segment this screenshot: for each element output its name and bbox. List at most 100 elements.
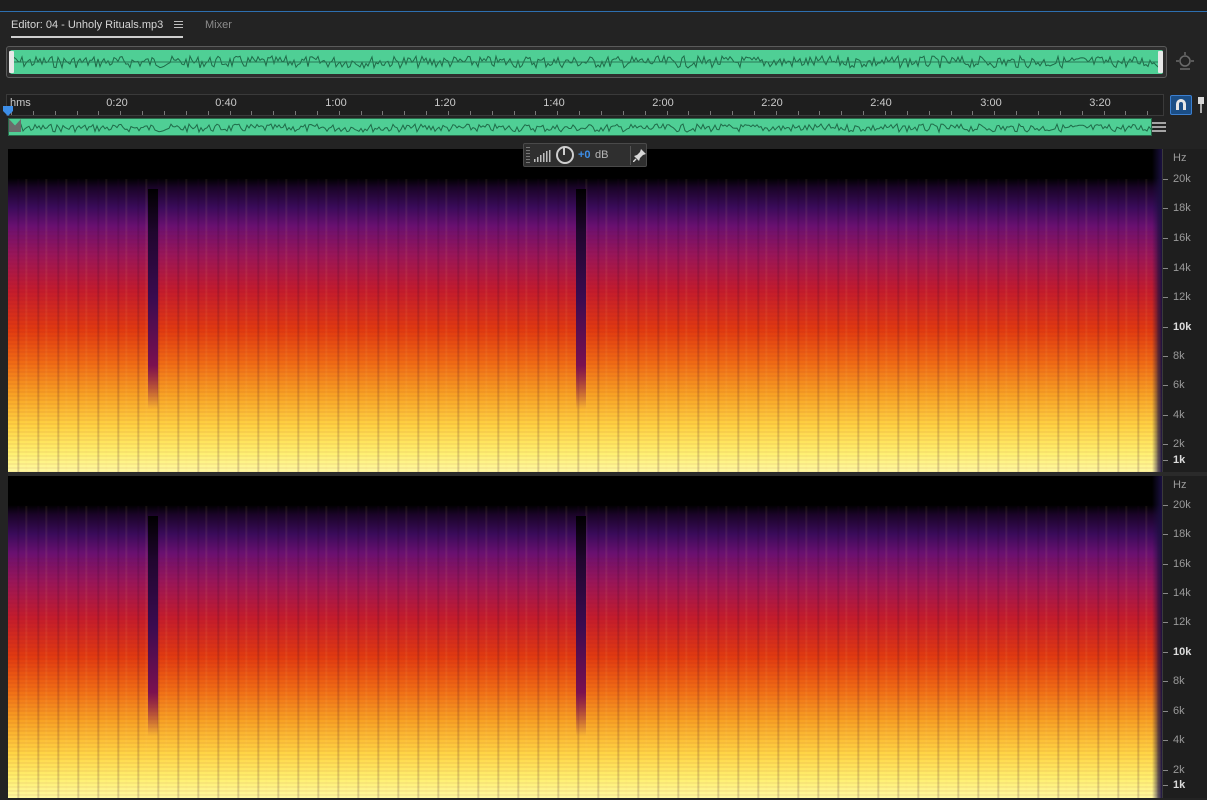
- ruler-tick: [732, 111, 734, 115]
- ruler-tick: [622, 111, 624, 115]
- pin-icon[interactable]: [633, 148, 647, 162]
- tab-editor[interactable]: Editor: 04 - Unholy Rituals.mp3: [11, 19, 183, 38]
- ruler-tick: [120, 111, 122, 115]
- zoom-navigator-icon[interactable]: [1174, 51, 1196, 73]
- freq-label: 1k: [1173, 454, 1186, 466]
- ruler-tick: [885, 111, 886, 115]
- amplitude-hud: +0 dB: [523, 143, 647, 167]
- ruler-tick: [557, 111, 559, 115]
- ruler-unit-label: hms: [10, 97, 31, 109]
- ruler-tick: [142, 111, 144, 115]
- spectral-dip: [148, 516, 158, 736]
- freq-label: 14k: [1173, 262, 1191, 274]
- snap-magnet-icon[interactable]: [1170, 95, 1192, 115]
- waveform-overview[interactable]: [6, 46, 1167, 78]
- ruler-tick: [54, 111, 56, 115]
- ruler-tick: [666, 111, 668, 115]
- ruler-tick: [688, 111, 690, 115]
- ruler-tick: [469, 111, 471, 115]
- ruler-tick: [1016, 111, 1018, 115]
- freq-label: 12k: [1173, 616, 1191, 628]
- time-label: 0:20: [106, 97, 128, 109]
- ruler-tick: [819, 111, 821, 115]
- gain-value[interactable]: +0: [578, 149, 591, 161]
- ruler-tick: [775, 111, 777, 115]
- freq-label: 8k: [1173, 675, 1185, 687]
- time-label: 3:00: [980, 97, 1002, 109]
- time-ruler[interactable]: hms 0:20 0:40 1:00 1:20 1:40 2:00 2:20 2…: [6, 94, 1164, 116]
- ruler-tick: [382, 111, 384, 115]
- freq-label: 2k: [1173, 438, 1185, 450]
- tab-mixer[interactable]: Mixer: [205, 19, 232, 31]
- frequency-axis-channel-1[interactable]: Hz 20k 18k 16k 14k 12k 10k 8k 6k 4k 2k 1…: [1162, 149, 1207, 472]
- ruler-tick: [600, 111, 602, 115]
- marker-pin-icon[interactable]: [1195, 95, 1207, 115]
- ruler-tick: [98, 111, 100, 115]
- frequency-unit-label: Hz: [1173, 479, 1187, 491]
- ruler-tick: [644, 111, 646, 115]
- ruler-tick: [295, 111, 297, 115]
- hud-divider: [630, 146, 631, 165]
- freq-label: 18k: [1173, 528, 1191, 540]
- spectral-display-channel-1[interactable]: [8, 149, 1162, 472]
- spectrogram-end-fade: [1152, 149, 1162, 472]
- ruler-tick: [76, 111, 78, 115]
- scrollbar-waveform: [9, 122, 1153, 134]
- ruler-tick: [972, 111, 974, 115]
- spectral-dip: [148, 189, 158, 409]
- ruler-tick: [753, 111, 755, 115]
- ruler-tick: [1103, 111, 1105, 115]
- time-label: 3:20: [1089, 97, 1111, 109]
- tab-mixer-label: Mixer: [205, 19, 232, 31]
- ruler-tick: [273, 111, 275, 115]
- scroll-end-handle[interactable]: [9, 119, 21, 132]
- ruler-tick: [229, 111, 231, 115]
- time-label: 2:40: [870, 97, 892, 109]
- overview-start-handle[interactable]: [9, 51, 14, 73]
- ruler-tick: [535, 111, 537, 115]
- frequency-axis-channel-2[interactable]: Hz 20k 18k 16k 14k 12k 10k 8k 6k 4k 2k 1…: [1162, 476, 1207, 798]
- zoom-scrollbar[interactable]: [8, 118, 1153, 136]
- freq-label: 6k: [1173, 379, 1185, 391]
- spectral-display-channel-2[interactable]: [8, 476, 1162, 798]
- hud-drag-grip[interactable]: [526, 147, 530, 164]
- overview-end-handle[interactable]: [1158, 51, 1163, 73]
- freq-label: 8k: [1173, 350, 1185, 362]
- time-label: 1:40: [543, 97, 565, 109]
- ruler-tick: [1037, 111, 1039, 115]
- signal-bars-icon: [534, 150, 551, 162]
- tab-editor-label: Editor: 04 - Unholy Rituals.mp3: [11, 19, 164, 31]
- freq-label: 12k: [1173, 291, 1191, 303]
- ruler-tick: [513, 111, 515, 115]
- freq-label: 1k: [1173, 779, 1186, 791]
- freq-label: 18k: [1173, 202, 1191, 214]
- freq-label: 2k: [1173, 764, 1185, 776]
- spectrogram-end-fade: [1152, 476, 1162, 798]
- ruler-tick: [251, 111, 253, 115]
- panel-tab-bar: Editor: 04 - Unholy Rituals.mp3 Mixer: [0, 12, 1207, 40]
- time-label: 2:20: [761, 97, 783, 109]
- ruler-tick: [1059, 111, 1061, 115]
- ruler-tick: [448, 111, 449, 115]
- time-label: 2:00: [652, 97, 674, 109]
- freq-label: 10k: [1173, 321, 1192, 333]
- gain-unit: dB: [595, 149, 609, 161]
- playhead-icon[interactable]: [3, 106, 13, 116]
- panel-menu-icon[interactable]: [174, 21, 183, 29]
- active-tab-underline: [11, 36, 183, 38]
- freq-label: 20k: [1173, 499, 1191, 511]
- freq-label: 6k: [1173, 705, 1185, 717]
- track-height-grip[interactable]: [1152, 119, 1166, 135]
- freq-label: 20k: [1173, 173, 1191, 185]
- ruler-tick: [491, 111, 493, 115]
- time-label: 1:20: [434, 97, 456, 109]
- spectral-dip: [576, 516, 586, 736]
- spectral-dip: [576, 189, 586, 409]
- ruler-tick: [360, 111, 362, 115]
- volume-knob-icon[interactable]: [556, 146, 574, 164]
- freq-label: 14k: [1173, 587, 1191, 599]
- freq-label: 16k: [1173, 232, 1191, 244]
- freq-label: 16k: [1173, 558, 1191, 570]
- ruler-tick: [404, 111, 406, 115]
- ruler-tick: [207, 111, 209, 115]
